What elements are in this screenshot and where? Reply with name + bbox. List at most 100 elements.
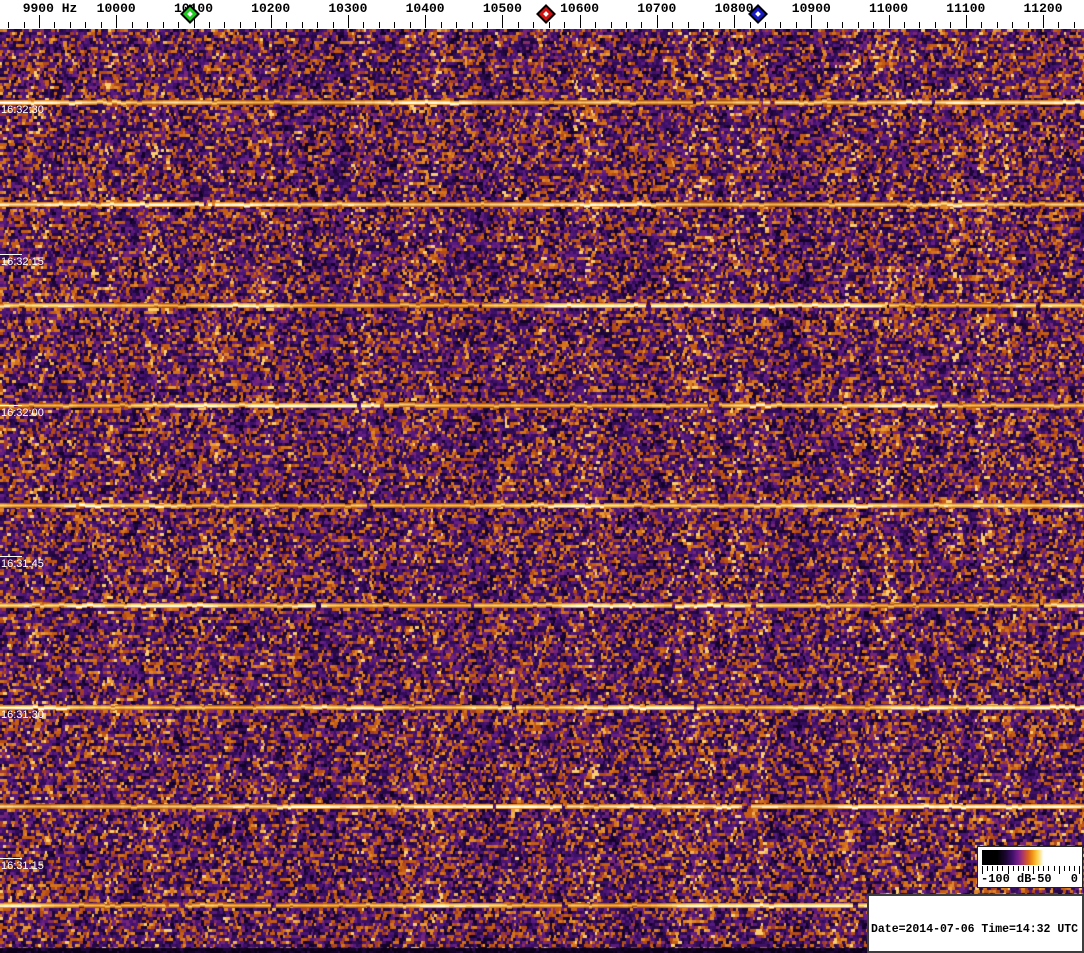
freq-label-11100: 11100 xyxy=(946,1,986,16)
colorbar-label-max: 0 xyxy=(1070,872,1078,886)
freq-minor-tick xyxy=(8,22,10,28)
red-marker-diamond-icon[interactable] xyxy=(536,4,557,24)
freq-minor-tick xyxy=(440,22,442,28)
colorbar-label-min: -100 dB xyxy=(981,872,1032,886)
freq-minor-tick xyxy=(317,22,318,28)
freq-major-tick xyxy=(965,15,967,28)
freq-minor-tick xyxy=(363,22,365,28)
freq-label-10400: 10400 xyxy=(405,1,445,16)
freq-minor-tick xyxy=(1058,22,1060,28)
freq-label-10300: 10300 xyxy=(328,1,368,16)
colorbar-tick xyxy=(1012,866,1014,871)
freq-label-10000: 10000 xyxy=(96,1,136,16)
freq-major-tick xyxy=(888,15,890,28)
freq-minor-tick xyxy=(595,22,597,28)
freq-major-tick xyxy=(656,15,658,28)
freq-minor-tick xyxy=(255,22,257,28)
freq-major-tick xyxy=(811,15,813,28)
frequency-axis: 9900 Hz100001010010200103001040010500106… xyxy=(0,0,1084,29)
colorbar-tick xyxy=(997,866,999,871)
freq-minor-tick xyxy=(471,22,473,28)
freq-minor-tick xyxy=(950,22,952,28)
freq-minor-tick xyxy=(703,22,705,28)
freq-minor-tick xyxy=(162,22,164,28)
freq-minor-tick xyxy=(456,22,457,28)
colorbar-tick xyxy=(1027,866,1029,871)
freq-major-tick xyxy=(116,15,118,28)
freq-minor-tick xyxy=(919,22,921,28)
colorbar-tick xyxy=(1048,866,1050,871)
freq-minor-tick xyxy=(934,22,936,28)
freq-label-10700: 10700 xyxy=(637,1,677,16)
freq-label-11000: 11000 xyxy=(868,1,909,16)
freq-minor-tick xyxy=(394,22,396,28)
colorbar-tick xyxy=(1002,866,1004,871)
status-info-box: Date=2014-07-06 Time=14:32 UTC Freq=143 … xyxy=(867,894,1084,953)
colorbar-tick xyxy=(992,866,994,871)
spectrogram-screen: 9900 Hz100001010010200103001040010500106… xyxy=(0,0,1084,953)
freq-minor-tick xyxy=(147,22,149,28)
freq-major-tick xyxy=(734,15,736,28)
freq-minor-tick xyxy=(687,22,689,28)
freq-major-tick xyxy=(347,15,349,28)
freq-minor-tick xyxy=(996,22,998,28)
freq-minor-tick xyxy=(239,22,241,28)
freq-minor-tick xyxy=(301,22,303,28)
colorbar-labels: -100 dB -50 0 xyxy=(978,872,1082,887)
colorbar-tick xyxy=(1043,866,1045,871)
freq-minor-tick xyxy=(857,22,859,28)
freq-minor-tick xyxy=(85,22,87,28)
freq-minor-tick xyxy=(486,22,488,28)
freq-label-10600: 10600 xyxy=(560,1,600,16)
freq-minor-tick xyxy=(517,22,519,28)
colorbar-tick xyxy=(1073,866,1075,871)
freq-minor-tick xyxy=(842,22,844,28)
info-date-time: Date=2014-07-06 Time=14:32 UTC xyxy=(871,923,1079,936)
freq-minor-tick xyxy=(826,22,828,28)
blue-marker-diamond-icon[interactable] xyxy=(748,4,768,24)
freq-minor-tick xyxy=(332,22,334,28)
freq-label-11200: 11200 xyxy=(1023,1,1063,16)
freq-minor-tick xyxy=(23,22,25,28)
freq-major-tick xyxy=(425,15,427,28)
freq-label-9900: 9900 Hz xyxy=(22,1,78,16)
freq-minor-tick xyxy=(873,22,875,28)
colorbar-tick xyxy=(1017,866,1019,871)
freq-minor-tick xyxy=(625,22,627,28)
freq-label-10900: 10900 xyxy=(791,1,831,16)
freq-minor-tick xyxy=(795,22,797,28)
freq-minor-tick xyxy=(718,22,720,28)
freq-minor-tick xyxy=(208,22,210,28)
freq-minor-tick xyxy=(1073,22,1075,28)
colorbar-tick xyxy=(1038,866,1040,871)
freq-minor-tick xyxy=(131,22,133,28)
freq-minor-tick xyxy=(224,22,226,28)
freq-minor-tick xyxy=(641,22,643,28)
colorbar-tick xyxy=(1063,866,1065,871)
freq-major-tick xyxy=(502,15,504,28)
freq-minor-tick xyxy=(378,22,380,28)
freq-minor-tick xyxy=(100,22,102,28)
freq-minor-tick xyxy=(54,22,56,28)
colorbar-tick xyxy=(987,866,989,871)
freq-major-tick xyxy=(1043,15,1044,28)
freq-minor-tick xyxy=(286,22,288,28)
colorbar-gradient xyxy=(982,850,1078,865)
freq-minor-tick xyxy=(780,22,782,28)
spectrogram-waterfall xyxy=(0,29,1084,953)
freq-minor-tick xyxy=(610,22,612,28)
green-marker-diamond-icon[interactable] xyxy=(179,4,200,24)
freq-minor-tick xyxy=(1012,22,1014,28)
freq-major-tick xyxy=(579,15,581,28)
freq-label-10200: 10200 xyxy=(251,1,291,16)
colorbar-label-mid: -50 xyxy=(1030,872,1052,886)
colorbar-tick xyxy=(1053,866,1055,871)
freq-major-tick xyxy=(270,15,272,28)
freq-minor-tick xyxy=(409,22,411,28)
freq-minor-tick xyxy=(564,22,566,28)
freq-major-tick xyxy=(39,15,40,28)
freq-label-10500: 10500 xyxy=(482,1,522,16)
colorbar-tick xyxy=(1068,866,1070,871)
colorbar-tick xyxy=(1022,866,1024,871)
freq-minor-tick xyxy=(672,22,674,28)
